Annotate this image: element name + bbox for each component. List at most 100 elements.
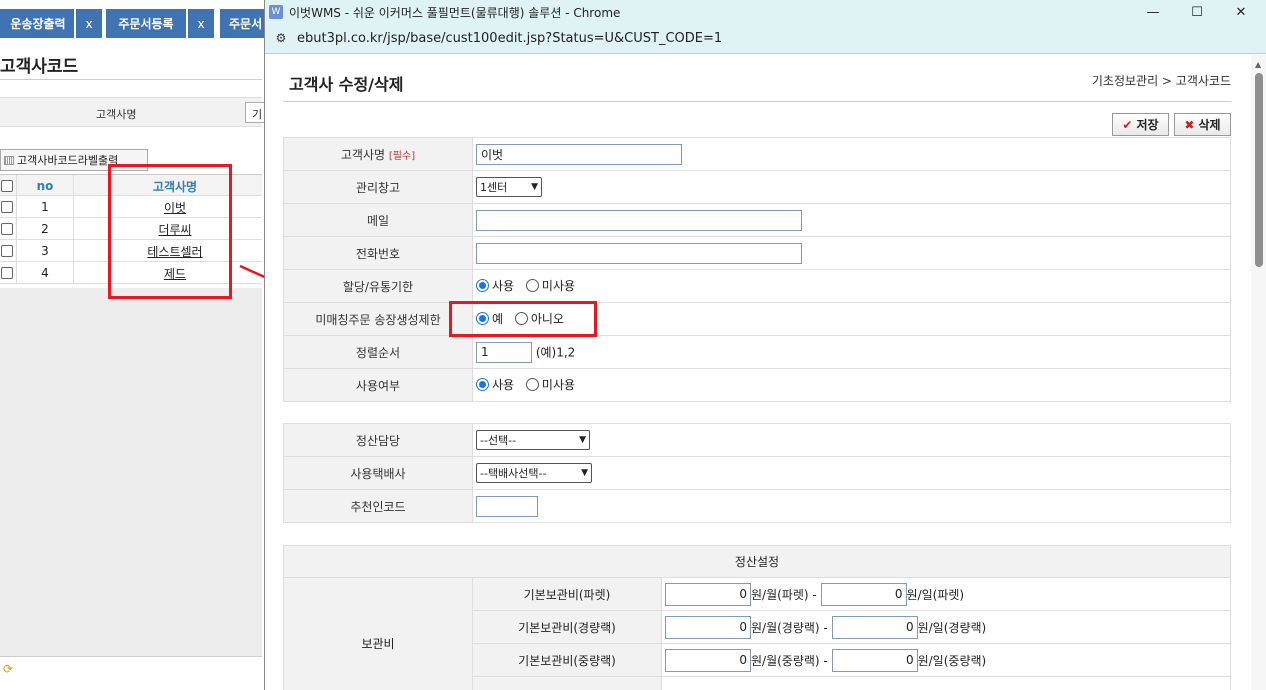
select-all-checkbox[interactable] bbox=[1, 180, 13, 192]
tab-waybill-print-close[interactable]: x bbox=[74, 9, 102, 38]
row-no: 4 bbox=[16, 262, 74, 284]
required-tag: [필수] bbox=[388, 150, 416, 162]
form-row-referrer: 추천인코드 bbox=[283, 489, 1231, 523]
form-row-allocation: 할당/유통기한 사용 미사용 bbox=[283, 269, 1231, 303]
email-label: 메일 bbox=[283, 203, 473, 237]
save-label: 저장 bbox=[1136, 118, 1159, 132]
storage-fee-heavy-rack-label: 기본보관비(중량랙) bbox=[472, 643, 662, 677]
customer-name-input[interactable] bbox=[476, 143, 682, 165]
grid-footer: ⟳ bbox=[0, 656, 262, 680]
heavy-rack-monthly-input[interactable]: 0 bbox=[665, 648, 751, 672]
light-rack-monthly-input[interactable]: 0 bbox=[665, 615, 751, 639]
form-row-unmatched-order: 미매칭주문 송장생성제한 예 아니오 bbox=[283, 302, 1231, 336]
warehouse-label: 관리창고 bbox=[283, 170, 473, 204]
courier-select[interactable]: --택배사선택-- ▼ bbox=[476, 463, 592, 483]
warehouse-select-value: 1센터 bbox=[480, 181, 508, 194]
settle-manager-label: 정산담당 bbox=[283, 423, 473, 457]
header-no[interactable]: no bbox=[16, 175, 74, 197]
scroll-up-icon[interactable]: ▲ bbox=[1255, 60, 1261, 69]
close-icon[interactable]: ✕ bbox=[1219, 0, 1263, 24]
sort-order-hint: (예)1,2 bbox=[535, 345, 576, 359]
highlight-box-unmatched-option bbox=[449, 301, 597, 337]
url-text[interactable]: ebut3pl.co.kr/jsp/base/cust100edit.jsp?S… bbox=[297, 31, 722, 46]
referrer-code-input[interactable] bbox=[476, 495, 538, 517]
title-divider bbox=[283, 101, 1231, 102]
allocation-label: 할당/유통기한 bbox=[283, 269, 473, 303]
form-row-email: 메일 bbox=[283, 203, 1231, 237]
tab-order[interactable]: 주문서 bbox=[220, 9, 264, 38]
settlement-partial-value bbox=[661, 676, 1231, 690]
use-no-radio[interactable]: 미사용 bbox=[525, 376, 575, 393]
pallet-monthly-input[interactable]: 0 bbox=[665, 582, 751, 606]
tab-waybill-print[interactable]: 운송장출력 bbox=[0, 9, 76, 38]
phone-label: 전화번호 bbox=[283, 236, 473, 270]
email-field[interactable] bbox=[476, 209, 802, 231]
form-row-name: 고객사명 [필수] bbox=[283, 137, 1231, 171]
popup-page-title: 고객사 수정/삭제 bbox=[289, 75, 404, 94]
storage-fee-light-rack-label: 기본보관비(경량랙) bbox=[472, 610, 662, 644]
courier-select-value: --택배사선택-- bbox=[480, 467, 547, 480]
row-no: 3 bbox=[16, 240, 74, 262]
address-bar: ⚙ ebut3pl.co.kr/jsp/base/cust100edit.jsp… bbox=[265, 24, 1266, 54]
phone-field[interactable] bbox=[476, 242, 802, 264]
form-row-use: 사용여부 사용 미사용 bbox=[283, 368, 1231, 402]
form-row-warehouse: 관리창고 1센터 ▼ bbox=[283, 170, 1231, 204]
row-no: 2 bbox=[16, 218, 74, 240]
unmatched-order-label: 미매칭주문 송장생성제한 bbox=[283, 302, 473, 336]
maximize-icon[interactable]: ☐ bbox=[1175, 0, 1219, 24]
courier-label: 사용택배사 bbox=[283, 456, 473, 490]
settlement-partial-label bbox=[472, 676, 662, 690]
heavy-rack-daily-input[interactable]: 0 bbox=[831, 648, 918, 672]
save-button[interactable]: ✔ 저장 bbox=[1112, 113, 1169, 136]
popup-window: W 이벗WMS - 쉬운 이커머스 풀필먼트(물류대행) 솔루션 - Chrom… bbox=[264, 0, 1266, 690]
sort-order-label: 정렬순서 bbox=[283, 335, 473, 369]
row-checkbox[interactable] bbox=[1, 245, 13, 257]
radio-selected-icon bbox=[476, 279, 489, 292]
barcode-label-print-label: 고객사바코드라벨출력 bbox=[17, 154, 119, 167]
unit-label: 원/월(중량랙) - bbox=[751, 653, 828, 668]
chevron-down-icon: ▼ bbox=[581, 468, 588, 478]
warehouse-select[interactable]: 1센터 ▼ bbox=[476, 177, 542, 197]
form-row-settle-manager: 정산담당 --선택-- ▼ bbox=[283, 423, 1231, 457]
customer-name-label: 고객사명 [필수] bbox=[283, 137, 473, 171]
search-label: 고객사명 bbox=[96, 108, 137, 121]
customer-form: 고객사명 [필수] 관리창고 1센터 ▼ 메일 전화번호 할당/유통기한 사용 미… bbox=[283, 137, 1231, 402]
app-icon: W bbox=[269, 5, 283, 19]
use-yes-radio[interactable]: 사용 bbox=[476, 376, 514, 393]
form-row-phone: 전화번호 bbox=[283, 236, 1231, 270]
row-checkbox[interactable] bbox=[1, 201, 13, 213]
radio-selected-icon bbox=[476, 378, 489, 391]
customer-form-extra: 정산담당 --선택-- ▼ 사용택배사 --택배사선택-- ▼ 추천인코드 bbox=[283, 423, 1231, 523]
referrer-code-label: 추천인코드 bbox=[283, 489, 473, 523]
scrollbar-thumb[interactable] bbox=[1255, 73, 1263, 267]
unit-label: 원/일(중량랙) bbox=[917, 653, 987, 668]
settlement-table: 정산설정 보관비 기본보관비(파렛) 0 원/월(파렛) - 0 원/일(파렛) 기… bbox=[283, 545, 1231, 690]
row-checkbox[interactable] bbox=[1, 267, 13, 279]
unit-label: 원/월(파렛) - bbox=[751, 587, 817, 602]
use-status-label: 사용여부 bbox=[283, 368, 473, 402]
sort-order-input[interactable] bbox=[476, 341, 532, 363]
refresh-icon[interactable]: ⟳ bbox=[3, 662, 13, 676]
light-rack-daily-input[interactable]: 0 bbox=[831, 615, 918, 639]
minimize-icon[interactable]: — bbox=[1131, 0, 1175, 24]
pallet-daily-input[interactable]: 0 bbox=[820, 582, 907, 606]
popup-content: 고객사 수정/삭제 기초정보관리 > 고객사코드 ✔ 저장 ✖ 삭제 고객사명 … bbox=[265, 55, 1251, 690]
page-title: 고객사코드 bbox=[0, 57, 79, 77]
settlement-row: 보관비 기본보관비(파렛) 0 원/월(파렛) - 0 원/일(파렛) bbox=[283, 577, 1231, 690]
unit-label: 원/월(경량랙) - bbox=[751, 620, 828, 635]
row-checkbox[interactable] bbox=[1, 223, 13, 235]
tab-order-register-close[interactable]: x bbox=[186, 9, 214, 38]
tab-order-register[interactable]: 주문서등록 bbox=[106, 9, 186, 38]
scrollbar[interactable]: ▲ bbox=[1251, 55, 1266, 690]
storage-fee-pallet-label: 기본보관비(파렛) bbox=[472, 577, 662, 611]
title-divider bbox=[0, 79, 262, 80]
site-settings-icon[interactable]: ⚙ bbox=[273, 30, 289, 46]
storage-fee-group-label: 보관비 bbox=[283, 577, 473, 690]
delete-button[interactable]: ✖ 삭제 bbox=[1174, 113, 1231, 136]
row-no: 1 bbox=[16, 196, 74, 218]
x-icon: ✖ bbox=[1184, 117, 1195, 132]
check-icon: ✔ bbox=[1122, 117, 1133, 132]
settle-manager-select[interactable]: --선택-- ▼ bbox=[476, 430, 590, 450]
allocation-unused-radio[interactable]: 미사용 bbox=[525, 277, 575, 294]
allocation-use-radio[interactable]: 사용 bbox=[476, 277, 514, 294]
